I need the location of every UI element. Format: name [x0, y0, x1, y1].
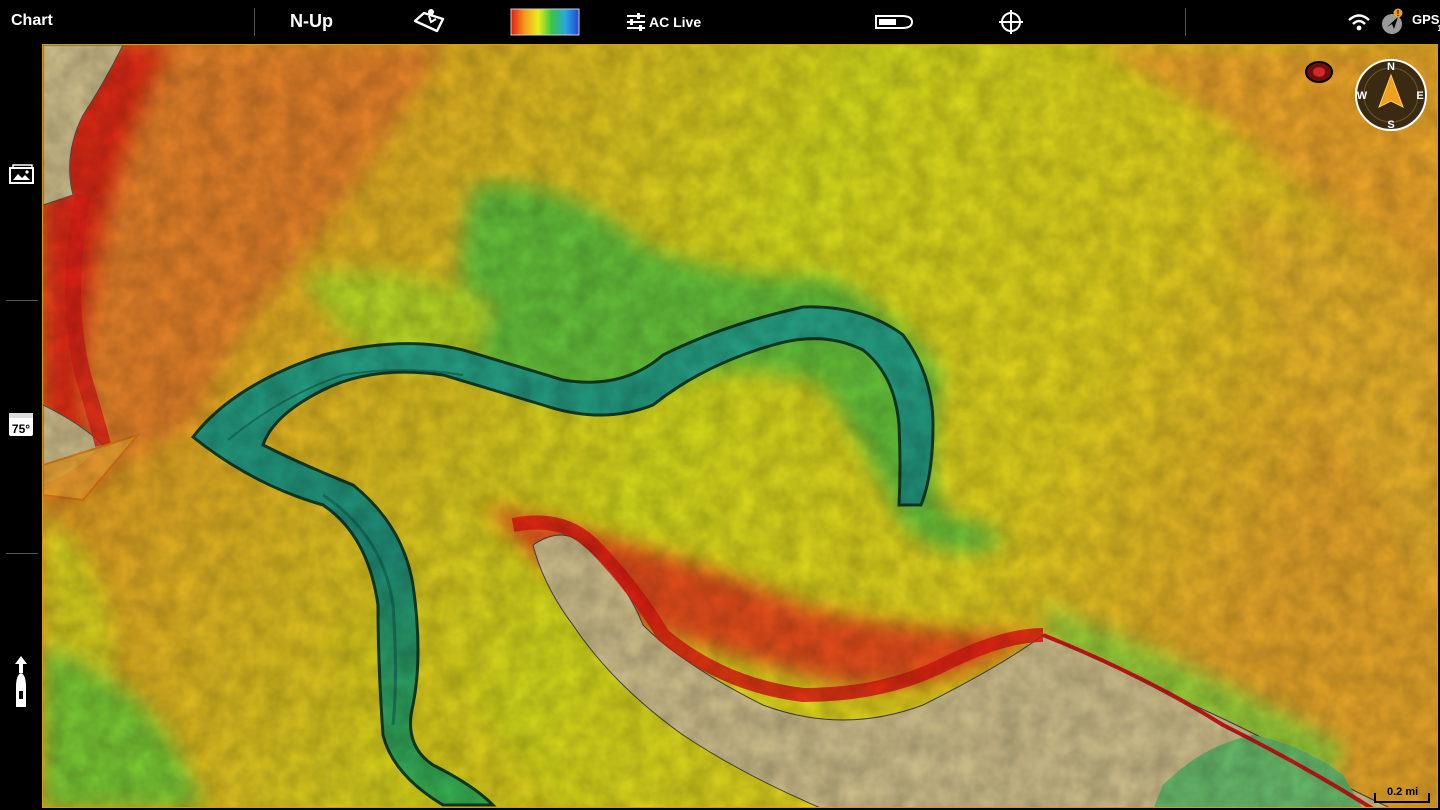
compass-e: E — [1416, 90, 1423, 102]
gps-arrow-icon[interactable]: ! — [1380, 6, 1406, 38]
alert-badge: ! — [1397, 9, 1400, 18]
boat-icon[interactable] — [7, 654, 35, 710]
compass-s: S — [1387, 119, 1394, 131]
top-bar: Chart N-Up AC Live ! GPS1 — [0, 0, 1440, 44]
gps-label: GPS — [1412, 12, 1440, 27]
battery-icon[interactable] — [874, 6, 914, 38]
scale-bar: 0.2 mi — [1373, 783, 1431, 805]
bathymetry-map[interactable] — [43, 45, 1438, 808]
chart-view[interactable]: N E S W 0.2 mi — [42, 44, 1438, 808]
terrain-texture — [43, 45, 1437, 807]
sliders-icon — [627, 13, 645, 31]
divider — [254, 8, 255, 36]
depth-color-palette-icon[interactable] — [510, 6, 580, 38]
divider — [1185, 8, 1186, 36]
water-temp-icon[interactable]: 75° — [7, 410, 35, 438]
compass-n: N — [1387, 61, 1395, 73]
divider — [6, 553, 38, 554]
left-sidebar: 75° — [0, 44, 42, 810]
wifi-icon[interactable] — [1347, 6, 1371, 38]
crosshair-icon[interactable] — [997, 6, 1025, 38]
ac-live-button[interactable]: AC Live — [626, 8, 701, 36]
ac-live-label: AC Live — [649, 14, 702, 30]
compass[interactable]: N E S W — [1355, 59, 1427, 131]
orientation-button[interactable]: N-Up — [290, 11, 333, 32]
boat-view-icon[interactable] — [411, 6, 447, 38]
page-title[interactable]: Chart — [11, 12, 53, 30]
water-temp-value: 75° — [12, 422, 30, 436]
views-icon[interactable] — [7, 160, 35, 188]
compass-w: W — [1357, 90, 1368, 102]
scale-label: 0.2 mi — [1387, 786, 1419, 798]
gps-status[interactable]: GPS1 — [1412, 12, 1440, 33]
divider — [6, 300, 38, 301]
